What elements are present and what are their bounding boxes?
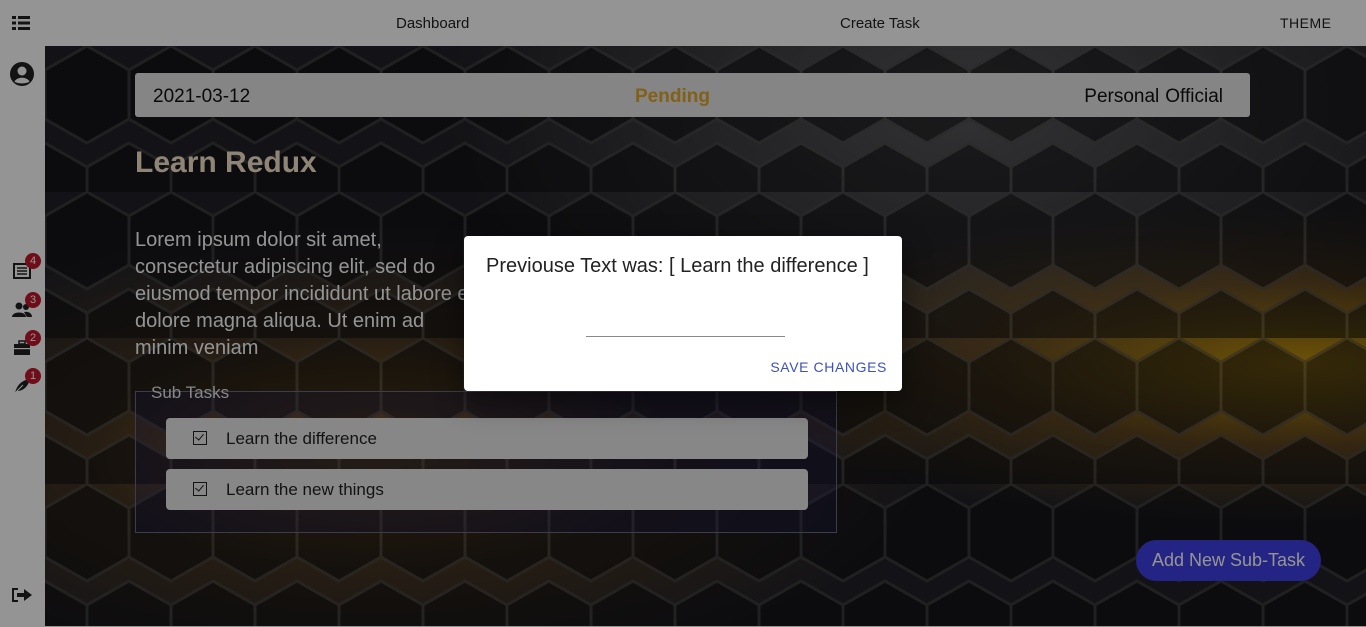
edit-subtask-dialog: Previouse Text was: [ Learn the differen…: [464, 236, 902, 391]
save-changes-button[interactable]: SAVE CHANGES: [770, 359, 887, 375]
edit-text-input[interactable]: [586, 306, 785, 337]
previous-text-label: Previouse Text was: [ Learn the differen…: [486, 255, 869, 277]
